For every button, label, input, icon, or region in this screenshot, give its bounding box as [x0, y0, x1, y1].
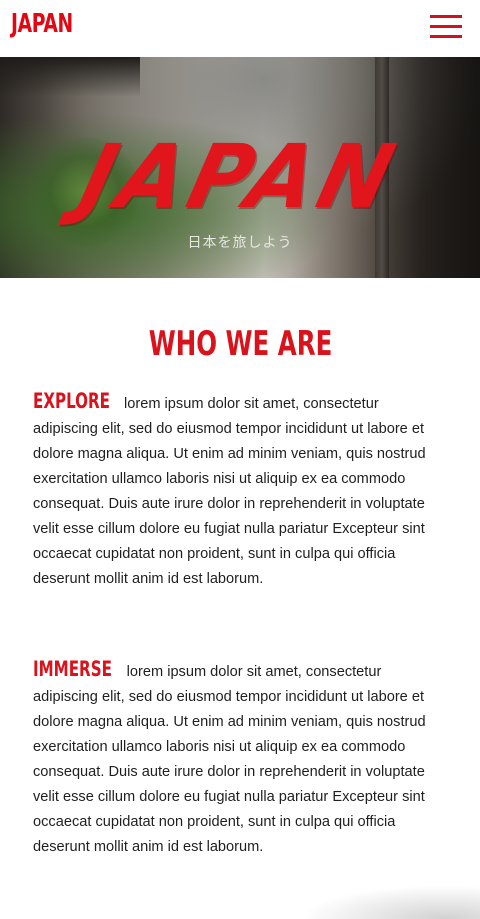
hamburger-menu-button[interactable] [430, 14, 464, 40]
section-title: WHO WE ARE [0, 322, 480, 366]
hamburger-menu-icon [430, 15, 462, 18]
immerse-body: lorem ipsum dolor sit amet, consectetur … [33, 664, 426, 855]
explore-paragraph: EXPLORE lorem ipsum dolor sit amet, cons… [33, 389, 445, 592]
site-header: JAPAN [0, 0, 480, 57]
corner-shadow [300, 885, 480, 919]
hamburger-menu-icon-bar [430, 25, 462, 28]
explore-body: lorem ipsum dolor sit amet, consectetur … [33, 396, 426, 587]
hero-subtitle: 日本を旅しよう [187, 235, 293, 251]
hero-photo-roof [0, 57, 140, 97]
explore-heading: EXPLORE [33, 389, 110, 413]
site-logo[interactable]: JAPAN [11, 8, 73, 40]
immerse-paragraph: IMMERSE lorem ipsum dolor sit amet, cons… [33, 657, 445, 860]
immerse-heading: IMMERSE [33, 657, 112, 681]
section-title-text: WHO WE ARE [148, 324, 332, 364]
hero-title: JAPAN [70, 125, 410, 228]
hamburger-menu-icon-bar [430, 35, 462, 38]
